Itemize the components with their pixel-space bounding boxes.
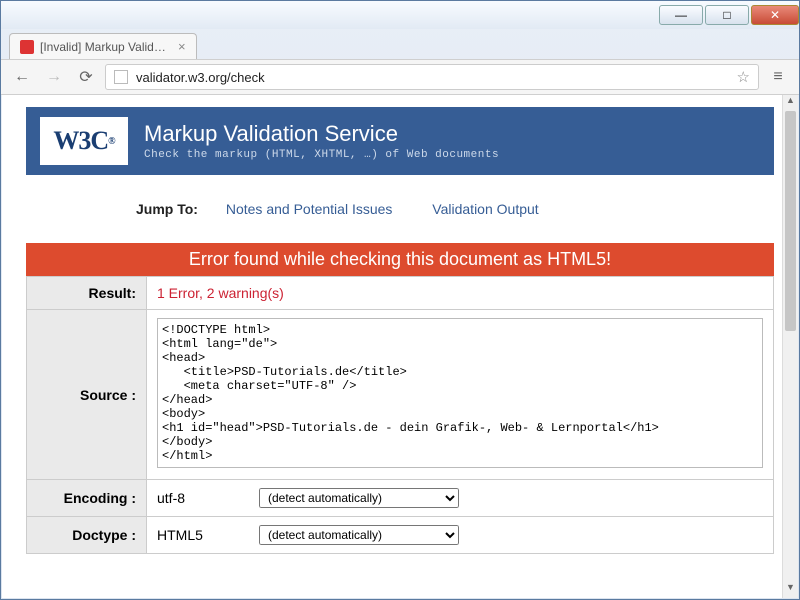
encoding-select[interactable]: (detect automatically) [259,488,459,508]
tab-title: [Invalid] Markup Validatio [40,40,170,54]
jump-to-nav: Jump To: Notes and Potential Issues Vali… [26,201,774,217]
tab-close-icon[interactable]: × [178,39,186,54]
scroll-thumb[interactable] [785,111,796,331]
close-button[interactable]: ✕ [751,5,799,25]
window-titlebar: — □ ✕ [1,1,799,29]
jump-label: Jump To: [136,201,198,217]
table-row: Result: 1 Error, 2 warning(s) [27,277,774,310]
scroll-down-icon[interactable]: ▼ [783,582,798,598]
encoding-label: Encoding : [27,480,147,517]
scroll-up-icon[interactable]: ▲ [783,95,798,111]
jump-link-notes[interactable]: Notes and Potential Issues [226,201,393,217]
result-label: Result: [27,277,147,310]
page-header: W3C® Markup Validation Service Check the… [26,107,774,175]
doctype-value: HTML5 [157,527,247,543]
minimize-button[interactable]: — [659,5,703,25]
maximize-button[interactable]: □ [705,5,749,25]
page-tagline: Check the markup (HTML, XHTML, …) of Web… [144,149,499,161]
table-row: Source : [27,310,774,480]
reload-button[interactable]: ⟳ [73,64,99,90]
jump-link-output[interactable]: Validation Output [432,201,538,217]
url-text: validator.w3.org/check [136,70,265,85]
page-icon [114,70,128,84]
forward-button[interactable]: → [41,64,67,90]
results-table: Result: 1 Error, 2 warning(s) Source : E… [26,276,774,554]
browser-toolbar: ← → ⟳ validator.w3.org/check ☆ ≡ [1,59,799,95]
back-button[interactable]: ← [9,64,35,90]
browser-tab[interactable]: [Invalid] Markup Validatio × [9,33,197,59]
encoding-value: utf-8 [157,490,247,506]
page-title: Markup Validation Service [144,121,499,147]
favicon-icon [20,40,34,54]
source-textarea[interactable] [157,318,763,468]
browser-window: — □ ✕ [Invalid] Markup Validatio × ← → ⟳… [0,0,800,600]
tab-strip: [Invalid] Markup Validatio × [1,29,799,59]
table-row: Encoding : utf-8 (detect automatically) [27,480,774,517]
error-banner: Error found while checking this document… [26,243,774,276]
address-bar[interactable]: validator.w3.org/check ☆ [105,64,759,90]
menu-button[interactable]: ≡ [765,68,791,86]
table-row: Doctype : HTML5 (detect automatically) [27,517,774,554]
doctype-select[interactable]: (detect automatically) [259,525,459,545]
w3c-logo: W3C® [40,117,128,165]
doctype-label: Doctype : [27,517,147,554]
vertical-scrollbar[interactable]: ▲ ▼ [782,95,798,598]
page-viewport: W3C® Markup Validation Service Check the… [2,95,798,598]
result-value: 1 Error, 2 warning(s) [157,285,284,301]
source-label: Source : [27,310,147,480]
bookmark-star-icon[interactable]: ☆ [737,68,750,86]
